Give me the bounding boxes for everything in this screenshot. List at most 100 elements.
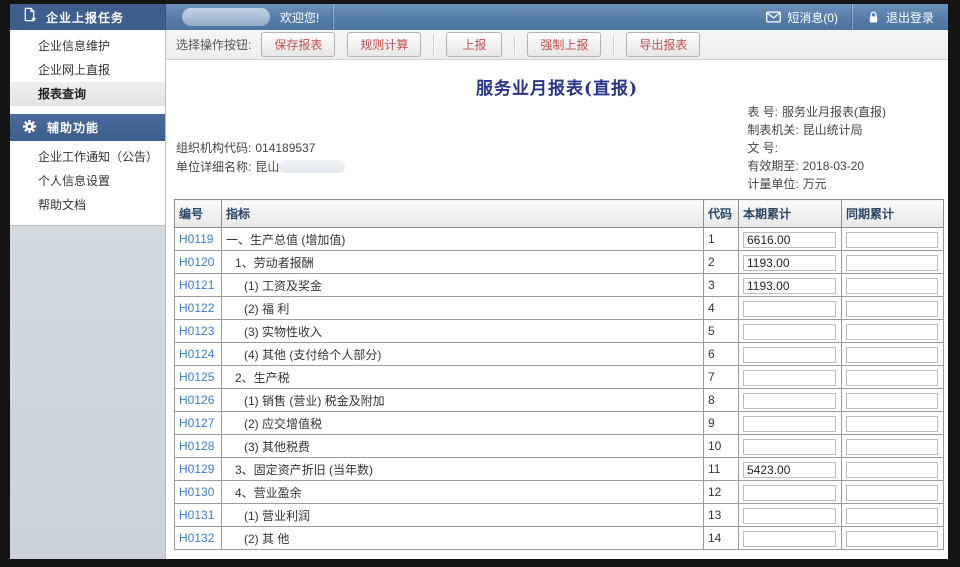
messages-button[interactable]: 短消息(0) (752, 4, 852, 30)
top-bar-right: 欢迎您! 短消息(0) (166, 4, 948, 30)
sidebar-section-header-aux-functions[interactable]: 辅助功能 (10, 114, 165, 141)
table-row: H0121 (1) 工资及奖金 3 (175, 274, 944, 297)
toolbar-label: 选择操作按钮: (176, 36, 251, 53)
row-indicator: 4、营业盈余 (235, 486, 302, 500)
same-period-input[interactable] (846, 232, 938, 248)
rule-calculate-button[interactable]: 规则计算 (347, 32, 421, 57)
current-period-input[interactable] (743, 301, 836, 317)
row-indicator: 1、劳动者报酬 (235, 256, 314, 270)
sidebar-menu: 企业信息维护 企业网上直报 报表查询 (10, 30, 165, 114)
row-seq: 13 (704, 504, 739, 527)
table-row: H0124 (4) 其他 (支付给个人部分) 6 (175, 343, 944, 366)
meta-line-form-no: 表 号:服务业月报表(直报) (747, 103, 886, 121)
current-period-input[interactable] (743, 278, 836, 294)
sidebar-item-enterprise-info[interactable]: 企业信息维护 (10, 34, 165, 58)
row-seq: 11 (704, 458, 739, 481)
envelope-icon (766, 11, 781, 23)
col-header-current-period: 本期累计 (739, 200, 842, 228)
same-period-input[interactable] (846, 416, 938, 432)
current-period-input[interactable] (743, 324, 836, 340)
row-seq: 3 (704, 274, 739, 297)
top-bar: 企业上报任务 欢迎您! 短消息(0) (10, 4, 948, 30)
messages-label: 短消息(0) (787, 9, 838, 26)
table-row: H0125 2、生产税 7 (175, 366, 944, 389)
row-code-link[interactable]: H0119 (175, 232, 213, 246)
force-submit-button[interactable]: 强制上报 (527, 32, 601, 57)
current-period-input[interactable] (743, 485, 836, 501)
table-row: H0119 一、生产总值 (增加值) 1 (175, 228, 944, 251)
sidebar-item-help-docs[interactable]: 帮助文档 (10, 193, 165, 217)
same-period-input[interactable] (846, 485, 938, 501)
row-code-link[interactable]: H0130 (175, 485, 214, 499)
sidebar-section-header-report-tasks[interactable]: 企业上报任务 (10, 4, 166, 30)
report-meta: 组织机构代码:014189537 单位详细名称:昆山 表 号:服务业月报表(直报… (172, 103, 942, 193)
row-code-link[interactable]: H0121 (175, 278, 214, 292)
row-code-link[interactable]: H0129 (175, 462, 214, 476)
current-period-input[interactable] (743, 416, 836, 432)
same-period-input[interactable] (846, 255, 938, 271)
current-period-input[interactable] (743, 255, 836, 271)
same-period-input[interactable] (846, 508, 938, 524)
row-indicator: (4) 其他 (支付给个人部分) (244, 348, 381, 362)
current-period-input[interactable] (743, 439, 836, 455)
current-period-input[interactable] (743, 393, 836, 409)
row-indicator: (3) 实物性收入 (244, 325, 322, 339)
logout-button[interactable]: 退出登录 (853, 4, 948, 30)
current-period-input[interactable] (743, 508, 836, 524)
same-period-input[interactable] (846, 324, 938, 340)
meta-line-valid-until: 有效期至:2018-03-20 (747, 157, 886, 175)
row-seq: 12 (704, 481, 739, 504)
table-row: H0129 3、固定资产折旧 (当年数) 11 (175, 458, 944, 481)
table-row: H0130 4、营业盈余 12 (175, 481, 944, 504)
row-code-link[interactable]: H0122 (175, 301, 214, 315)
row-seq: 2 (704, 251, 739, 274)
sidebar-menu: 企业工作通知（公告） 个人信息设置 帮助文档 (10, 141, 165, 225)
row-indicator: 3、固定资产折旧 (当年数) (235, 463, 373, 477)
unit-name-line: 单位详细名称: 昆山 (176, 158, 345, 177)
row-seq: 4 (704, 297, 739, 320)
sidebar-item-work-notice[interactable]: 企业工作通知（公告） (10, 145, 165, 169)
current-period-input[interactable] (743, 462, 836, 478)
row-code-link[interactable]: H0128 (175, 439, 214, 453)
unit-name-value: 昆山 (255, 160, 279, 174)
row-seq: 6 (704, 343, 739, 366)
same-period-input[interactable] (846, 439, 938, 455)
row-indicator: 2、生产税 (235, 371, 290, 385)
row-code-link[interactable]: H0131 (175, 508, 214, 522)
col-header-same-period: 同期累计 (842, 200, 944, 228)
row-indicator: (3) 其他税费 (244, 440, 310, 454)
app-window: 企业上报任务 欢迎您! 短消息(0) (10, 4, 948, 559)
submit-button[interactable]: 上报 (446, 32, 502, 57)
save-report-button[interactable]: 保存报表 (261, 32, 335, 57)
export-report-button[interactable]: 导出报表 (626, 32, 700, 57)
row-code-link[interactable]: H0127 (175, 416, 214, 430)
same-period-input[interactable] (846, 531, 938, 547)
sidebar-item-personal-settings[interactable]: 个人信息设置 (10, 169, 165, 193)
row-code-link[interactable]: H0132 (175, 531, 214, 545)
org-code-value: 014189537 (255, 141, 315, 155)
unit-name-label: 单位详细名称: (176, 160, 251, 174)
current-period-input[interactable] (743, 232, 836, 248)
same-period-input[interactable] (846, 462, 938, 478)
lock-icon (867, 10, 880, 24)
row-indicator: (1) 销售 (营业) 税金及附加 (244, 394, 385, 408)
row-code-link[interactable]: H0120 (175, 255, 214, 269)
row-indicator: (2) 应交增值税 (244, 417, 322, 431)
row-seq: 1 (704, 228, 739, 251)
row-code-link[interactable]: H0126 (175, 393, 214, 407)
row-code-link[interactable]: H0123 (175, 324, 214, 338)
same-period-input[interactable] (846, 278, 938, 294)
current-period-input[interactable] (743, 370, 836, 386)
same-period-input[interactable] (846, 393, 938, 409)
row-code-link[interactable]: H0124 (175, 347, 214, 361)
sidebar-item-report-query[interactable]: 报表查询 (10, 82, 165, 106)
current-period-input[interactable] (743, 347, 836, 363)
row-code-link[interactable]: H0125 (175, 370, 214, 384)
top-bar-divider (333, 4, 334, 30)
same-period-input[interactable] (846, 347, 938, 363)
current-period-input[interactable] (743, 531, 836, 547)
same-period-input[interactable] (846, 370, 938, 386)
same-period-input[interactable] (846, 301, 938, 317)
row-seq: 5 (704, 320, 739, 343)
sidebar-item-online-report[interactable]: 企业网上直报 (10, 58, 165, 82)
